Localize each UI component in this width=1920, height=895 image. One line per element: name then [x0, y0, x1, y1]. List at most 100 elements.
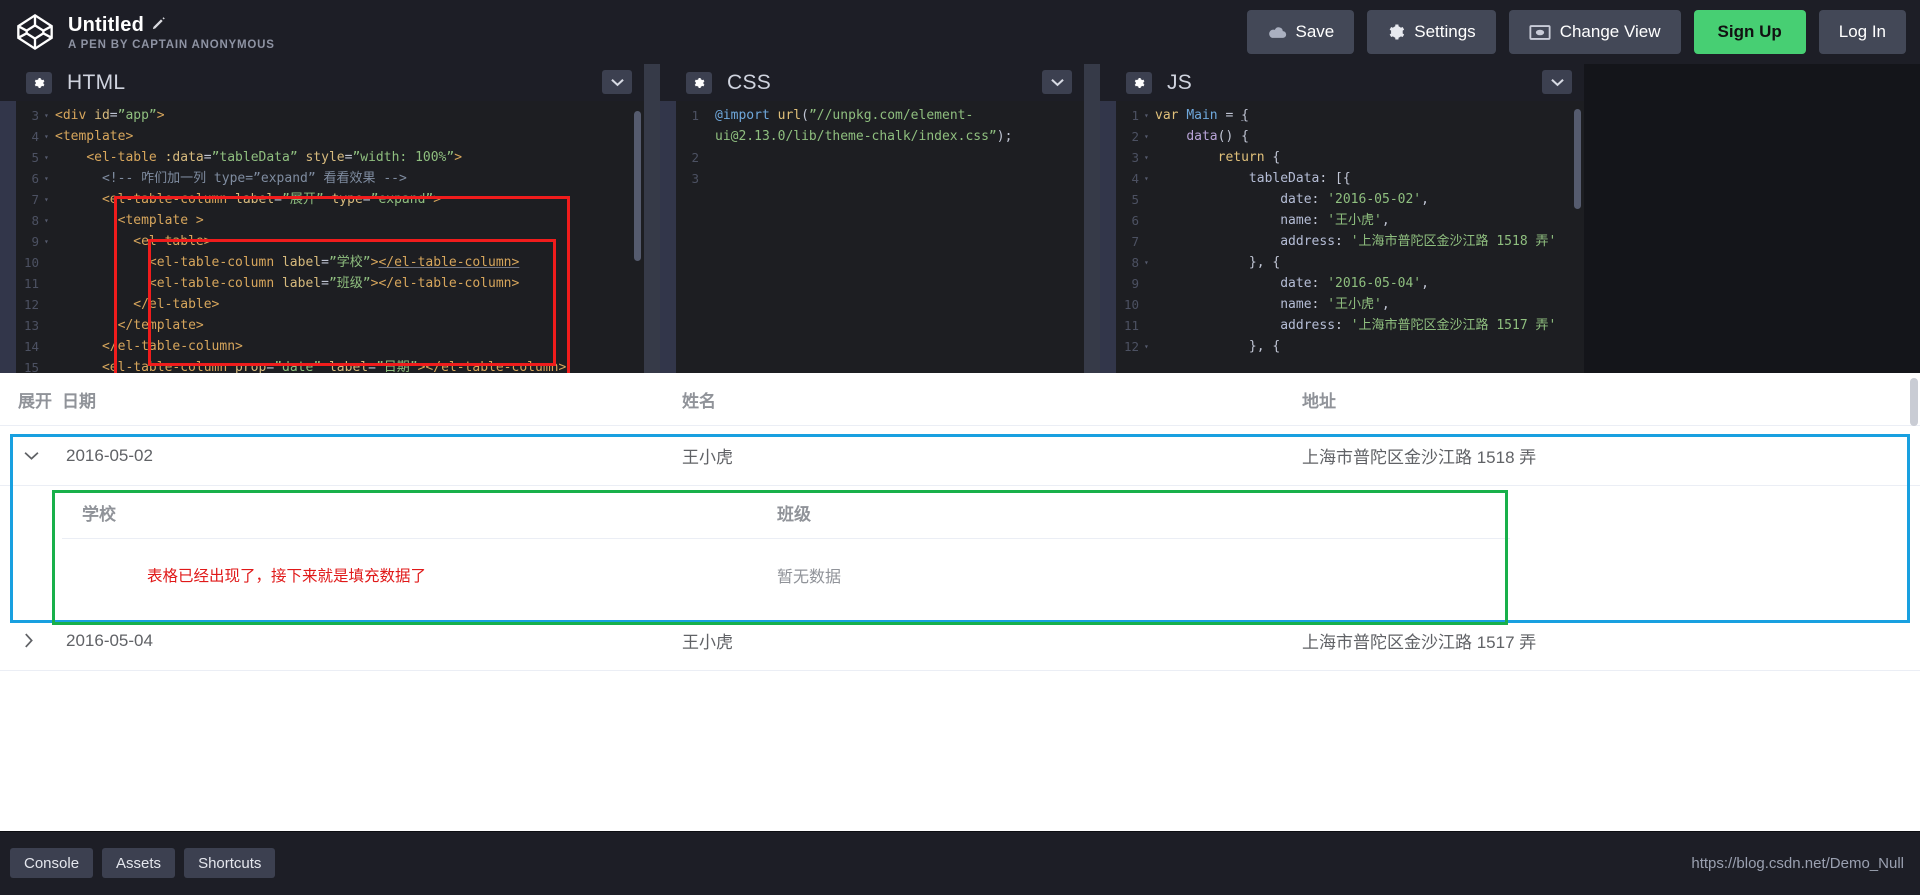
- code-line: 9 ▾ <el-table>: [0, 231, 644, 252]
- code-text: <el-table-column label=”班级”></el-table-c…: [148, 276, 520, 291]
- code-text: <div id=”app”>: [55, 108, 165, 123]
- eye-window-icon: [1529, 24, 1551, 41]
- chevron-down-icon[interactable]: [602, 70, 632, 94]
- code-line: 2 ▾ data() {: [1100, 126, 1584, 147]
- gear-icon[interactable]: [1126, 71, 1152, 94]
- scrollbar-vertical[interactable]: [1574, 109, 1581, 209]
- code-text: address: '上海市普陀区金沙江路 1518 弄': [1280, 234, 1557, 249]
- code-area-js[interactable]: 1 ▾ var Main = {2 ▾ data() {3 ▾ return {4 ▾ t…: [1100, 101, 1584, 373]
- nested-column-header-class: 班级: [777, 504, 811, 524]
- log-in-button[interactable]: Log In: [1818, 10, 1906, 54]
- top-bar-actions: Save Settings Change View Sign Up Log In: [1246, 10, 1906, 54]
- fold-arrow-icon[interactable]: ▾: [1144, 336, 1155, 357]
- code-line: 14 </el-table-column>: [0, 336, 644, 357]
- code-text: <el-table :data=”tableData” style=”width…: [86, 150, 463, 165]
- assets-button[interactable]: Assets: [102, 848, 176, 878]
- chevron-down-icon[interactable]: [1042, 70, 1072, 94]
- fold-arrow-icon[interactable]: [44, 315, 55, 336]
- fold-arrow-icon[interactable]: [44, 273, 55, 294]
- fold-arrow-icon[interactable]: [1144, 210, 1155, 231]
- fold-arrow-icon[interactable]: ▾: [44, 231, 55, 252]
- code-line: 12 ▾ }, {: [1100, 336, 1584, 357]
- console-button[interactable]: Console: [10, 848, 94, 878]
- fold-arrow-icon[interactable]: [704, 168, 715, 189]
- fold-arrow-icon[interactable]: [44, 252, 55, 273]
- code-text: @import url(”//unpkg.com/element-: [715, 108, 974, 123]
- editor-title-html: HTML: [67, 70, 126, 94]
- code-area-css[interactable]: 1 @import url(”//unpkg.com/element-ui@2.1…: [660, 101, 1084, 373]
- editor-gutter: [1100, 101, 1116, 373]
- fold-arrow-icon[interactable]: ▾: [1144, 105, 1155, 126]
- fold-arrow-icon[interactable]: [1144, 273, 1155, 294]
- settings-button[interactable]: Settings: [1367, 10, 1496, 54]
- cell-date: 2016-05-02: [66, 445, 153, 465]
- top-bar: Untitled A PEN BY CAPTAIN ANONYMOUS Save: [0, 0, 1920, 64]
- scrollbar-vertical[interactable]: [634, 111, 641, 261]
- fold-arrow-icon[interactable]: ▾: [44, 189, 55, 210]
- cloud-icon: [1267, 25, 1287, 39]
- column-header-name: 姓名: [682, 391, 716, 411]
- editor-gutter: [660, 101, 676, 373]
- fold-arrow-icon[interactable]: ▾: [1144, 168, 1155, 189]
- cell-address: 上海市普陀区金沙江路 1518 弄: [1302, 448, 1537, 467]
- code-line: 3 ▾ return {: [1100, 147, 1584, 168]
- code-text: <template>: [55, 129, 134, 144]
- page-title[interactable]: Untitled: [68, 14, 144, 37]
- fold-arrow-icon[interactable]: [44, 357, 55, 373]
- gear-icon[interactable]: [26, 71, 52, 94]
- table-row[interactable]: 2016-05-02 王小虎 上海市普陀区金沙江路 1518 弄: [0, 426, 1920, 486]
- chevron-down-icon[interactable]: [0, 451, 62, 461]
- fold-arrow-icon[interactable]: ▾: [44, 210, 55, 231]
- panel-divider-1[interactable]: [644, 64, 660, 373]
- table-row[interactable]: 2016-05-04 王小虎 上海市普陀区金沙江路 1517 弄: [0, 611, 1920, 671]
- nested-table-body: 表格已经出现了，接下来就是填充数据了 暂无数据: [62, 539, 1510, 611]
- fold-arrow-icon[interactable]: ▾: [44, 105, 55, 126]
- code-text: <el-table-column label=”展开” type=”expand…: [101, 192, 442, 207]
- chevron-right-icon[interactable]: [0, 633, 62, 648]
- column-header-date: 日期: [62, 391, 96, 411]
- fold-arrow-icon[interactable]: [1144, 294, 1155, 315]
- code-line: 6 ▾ <!-- 咋们加一列 type=”expand” 看看效果 -->: [0, 168, 644, 189]
- code-text: </template>: [117, 318, 204, 333]
- gear-icon[interactable]: [686, 71, 712, 94]
- fold-arrow-icon[interactable]: [704, 147, 715, 168]
- editor-panel-js: JS 1 ▾ var Main = {2 ▾ data() {3 ▾ return {4…: [1100, 64, 1584, 373]
- preview-scrollbar[interactable]: [1910, 378, 1918, 426]
- fold-arrow-icon[interactable]: ▾: [44, 168, 55, 189]
- fold-arrow-icon[interactable]: [704, 126, 715, 147]
- fold-arrow-icon[interactable]: [1144, 315, 1155, 336]
- fold-arrow-icon[interactable]: [704, 105, 715, 126]
- chevron-down-icon[interactable]: [1542, 70, 1572, 94]
- fold-arrow-icon[interactable]: ▾: [1144, 126, 1155, 147]
- code-text: address: '上海市普陀区金沙江路 1517 弄': [1280, 318, 1557, 333]
- code-text: }, {: [1248, 339, 1281, 354]
- code-line: 13 </template>: [0, 315, 644, 336]
- shortcuts-button[interactable]: Shortcuts: [184, 848, 276, 878]
- fold-arrow-icon[interactable]: [44, 336, 55, 357]
- divider: [0, 831, 1920, 832]
- code-line: 5 date: '2016-05-02',: [1100, 189, 1584, 210]
- code-area-html[interactable]: 3 ▾ <div id=”app”> 4 ▾ <template> 5 ▾ <el-table…: [0, 101, 644, 373]
- fold-arrow-icon[interactable]: [1144, 231, 1155, 252]
- fold-arrow-icon[interactable]: ▾: [1144, 147, 1155, 168]
- expanded-row-content: 学校 班级 表格已经出现了，接下来就是填充数据了 暂无数据: [0, 486, 1920, 611]
- codepen-logo-icon[interactable]: [12, 9, 58, 55]
- panel-divider-2[interactable]: [1084, 64, 1100, 373]
- fold-arrow-icon[interactable]: ▾: [44, 147, 55, 168]
- change-view-button[interactable]: Change View: [1508, 10, 1681, 54]
- fold-arrow-icon[interactable]: [44, 294, 55, 315]
- change-view-button-label: Change View: [1559, 22, 1661, 41]
- code-line: 3: [660, 168, 1084, 189]
- fold-arrow-icon[interactable]: ▾: [1144, 252, 1155, 273]
- column-header-address: 地址: [1302, 391, 1336, 411]
- code-line: 10 name: '王小虎',: [1100, 294, 1584, 315]
- code-text: <el-table-column prop=”date” label=”日期”>…: [101, 360, 567, 373]
- fold-arrow-icon[interactable]: ▾: [44, 126, 55, 147]
- save-button[interactable]: Save: [1246, 10, 1355, 54]
- sign-up-button[interactable]: Sign Up: [1693, 10, 1806, 54]
- save-button-label: Save: [1295, 22, 1335, 41]
- pencil-icon[interactable]: [151, 16, 166, 34]
- fold-arrow-icon[interactable]: [1144, 189, 1155, 210]
